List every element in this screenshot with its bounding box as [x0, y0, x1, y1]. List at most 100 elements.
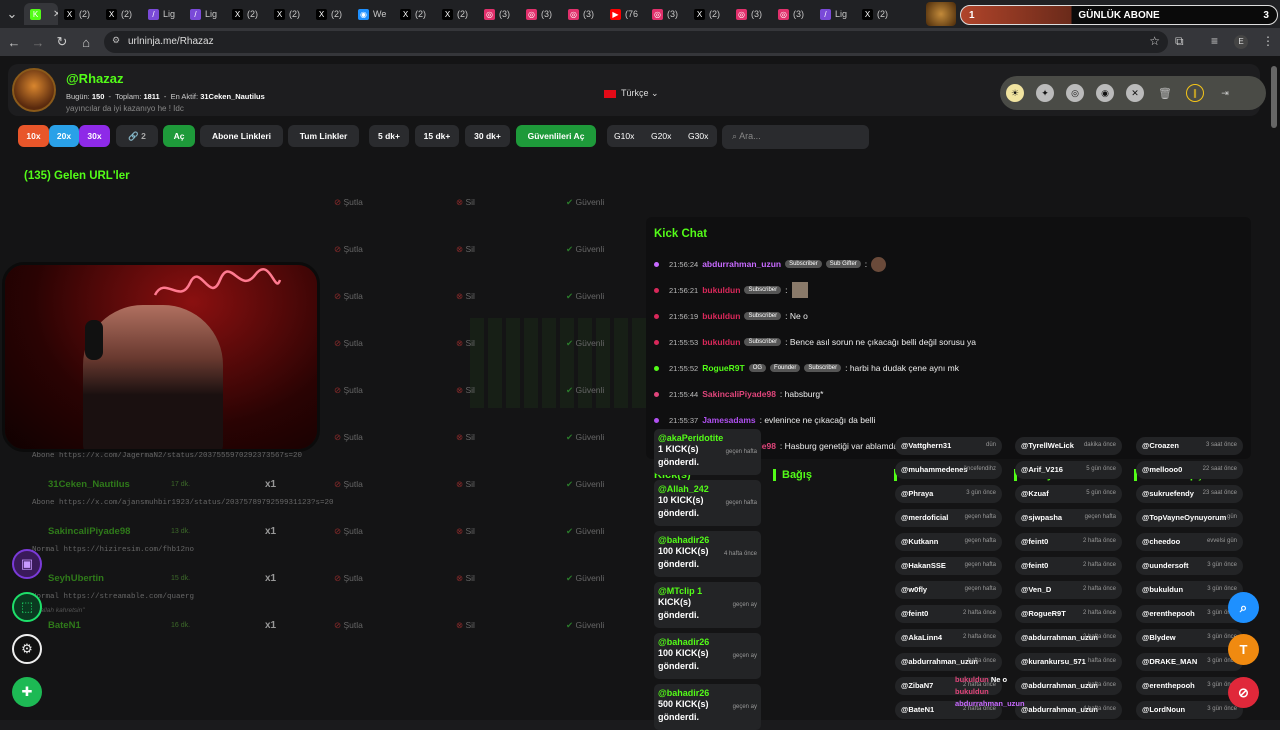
dk5-button[interactable]: 5 dk+: [369, 125, 409, 147]
open-safe-button[interactable]: Güvenlileri Aç: [516, 125, 596, 147]
follow-chip[interactable]: @cheedoo evvelsi gün: [1136, 533, 1243, 551]
shoot-button[interactable]: ⊘ Şutla: [334, 291, 363, 302]
sub-chip[interactable]: @feint0 2 hafta önce: [895, 605, 1002, 623]
browser-tab[interactable]: X (2): [310, 3, 352, 25]
gift-chip[interactable]: @TyrellWeLick dakika önce: [1015, 437, 1122, 455]
safe-button[interactable]: ✔ Güvenli: [566, 197, 604, 208]
profile-avatar[interactable]: E: [1234, 35, 1248, 49]
gift-chip[interactable]: @abdurrahman_uzun hafta önce: [1015, 677, 1122, 695]
url-sender[interactable]: SeyhUbertin: [48, 573, 104, 584]
gift-chip[interactable]: @sjwpasha geçen hafta: [1015, 509, 1122, 527]
url-sender[interactable]: BateN1: [48, 620, 81, 631]
kick-user[interactable]: @akaPeridotite: [658, 433, 757, 443]
kick-user[interactable]: @Allah_242: [658, 484, 757, 494]
dk15-button[interactable]: 15 dk+: [415, 125, 459, 147]
follow-chip[interactable]: @erenthepooh 3 gün önce: [1136, 677, 1243, 695]
shoot-button[interactable]: ⊘ Şutla: [334, 526, 363, 537]
tab-search-icon[interactable]: ⌄: [0, 6, 24, 22]
settings-gear-icon[interactable]: ⚙: [12, 634, 42, 664]
browser-tab[interactable]: ◎ (3): [478, 3, 520, 25]
reload-icon[interactable]: ↻: [50, 34, 74, 50]
sub-chip[interactable]: @Phraya 3 gün önce: [895, 485, 1002, 503]
safe-button[interactable]: ✔ Güvenli: [566, 526, 604, 537]
browser-tab[interactable]: / Lig: [184, 3, 226, 25]
url-sender[interactable]: SakincaliPiyade98: [48, 526, 130, 537]
instagram-icon[interactable]: ◎: [1066, 84, 1084, 102]
message-user[interactable]: bukuldun: [702, 311, 740, 321]
shoot-button[interactable]: ⊘ Şutla: [334, 573, 363, 584]
follow-chip[interactable]: @LordNoun 3 gün önce: [1136, 701, 1243, 719]
all-links-button[interactable]: Tum Linkler: [288, 125, 359, 147]
safe-button[interactable]: ✔ Güvenli: [566, 432, 604, 443]
browser-menu-icon[interactable]: ⋮: [1262, 34, 1274, 48]
follow-chip[interactable]: @Croazen 3 saat önce: [1136, 437, 1243, 455]
mult-10x-button[interactable]: 10x: [18, 125, 49, 147]
delete-button[interactable]: ⊗ Sil: [456, 291, 475, 302]
shoot-button[interactable]: ⊘ Şutla: [334, 338, 363, 349]
delete-button[interactable]: ⊗ Sil: [456, 432, 475, 443]
gift-chip[interactable]: @abdurrahman_uzun 4 hafta önce: [1015, 701, 1122, 719]
language-select[interactable]: Türkçe ⌄: [604, 88, 659, 99]
url-field[interactable]: ⚙ urlninja.me/Rhazaz ☆: [104, 31, 1168, 53]
home-icon[interactable]: ⌂: [74, 35, 98, 50]
bookmark-star-icon[interactable]: ☆: [1149, 34, 1160, 48]
shoot-button[interactable]: ⊘ Şutla: [334, 244, 363, 255]
profile-fab[interactable]: T: [1228, 634, 1259, 665]
gift-chip[interactable]: @Kzuaf 5 gün önce: [1015, 485, 1122, 503]
browser-tab[interactable]: X (2): [394, 3, 436, 25]
shoot-button[interactable]: ⊘ Şutla: [334, 385, 363, 396]
message-user[interactable]: bukuldun: [702, 285, 740, 295]
sub-chip[interactable]: @merdoficial geçen hafta: [895, 509, 1002, 527]
gift-chip[interactable]: @feint0 2 hafta önce: [1015, 557, 1122, 575]
follow-chip[interactable]: @mellooo0 22 saat önce: [1136, 461, 1243, 479]
mult-30x-button[interactable]: 30x: [79, 125, 110, 147]
message-user[interactable]: SakincaliPiyade98: [702, 389, 776, 399]
sub-links-button[interactable]: Abone Linkleri: [200, 125, 283, 147]
browser-tab[interactable]: / Lig: [814, 3, 856, 25]
kick-user[interactable]: @bahadir26: [658, 688, 757, 698]
browser-tab[interactable]: ◎ (3): [730, 3, 772, 25]
message-user[interactable]: Jamesadams: [702, 415, 755, 425]
sub-chip[interactable]: @Kutkann geçen hafta: [895, 533, 1002, 551]
safe-button[interactable]: ✔ Güvenli: [566, 244, 604, 255]
sub-chip[interactable]: @muhammedenes öncefendihz: [895, 461, 1002, 479]
back-icon[interactable]: ←: [2, 35, 26, 50]
url-link[interactable]: Normal https://hiziresim.com/fhb12no: [32, 546, 194, 554]
mult-20x-button[interactable]: 20x: [49, 125, 79, 147]
browser-tab[interactable]: ◎ (3): [646, 3, 688, 25]
message-user[interactable]: RogueR9T: [702, 363, 745, 373]
follow-chip[interactable]: @uundersoft 3 gün önce: [1136, 557, 1243, 575]
safe-button[interactable]: ✔ Güvenli: [566, 338, 604, 349]
browser-tab[interactable]: ▶ (76: [604, 3, 646, 25]
follow-chip[interactable]: @bukuldun 3 gün önce: [1136, 581, 1243, 599]
safe-button[interactable]: ✔ Güvenli: [566, 385, 604, 396]
kick-user[interactable]: @bahadir26: [658, 535, 757, 545]
browser-tab[interactable]: X (2): [436, 3, 478, 25]
browser-tab[interactable]: ◎ (3): [562, 3, 604, 25]
forward-icon[interactable]: →: [26, 35, 50, 50]
sub-chip[interactable]: @Vattghern31 dün: [895, 437, 1002, 455]
url-sender[interactable]: 31Ceken_Nautilus: [48, 479, 130, 490]
kick-user[interactable]: @MTclip 1: [658, 586, 757, 596]
sub-chip[interactable]: @w0fly geçen hafta: [895, 581, 1002, 599]
follow-chip[interactable]: @sukruefendy 23 saat önce: [1136, 485, 1243, 503]
follow-chip[interactable]: @erenthepooh 3 gün önce: [1136, 605, 1243, 623]
message-user[interactable]: bukuldun: [702, 337, 740, 347]
site-info-icon[interactable]: ⚙: [112, 35, 120, 46]
safe-button[interactable]: ✔ Güvenli: [566, 479, 604, 490]
follow-chip[interactable]: @DRAKE_MAN 3 gün önce: [1136, 653, 1243, 671]
delete-button[interactable]: ⊗ Sil: [456, 573, 475, 584]
kick-icon[interactable]: ⬚: [12, 592, 42, 622]
dk30-button[interactable]: 30 dk+: [465, 125, 510, 147]
browser-tab[interactable]: K ✕: [24, 3, 58, 25]
add-user-icon[interactable]: ✚: [12, 677, 42, 707]
delete-button[interactable]: ⊗ Sil: [456, 479, 475, 490]
discord-icon[interactable]: ◉: [1096, 84, 1114, 102]
remove-user-icon[interactable]: ⊘: [1228, 677, 1259, 708]
reading-list-icon[interactable]: ≡: [1211, 34, 1218, 48]
delete-button[interactable]: ⊗ Sil: [456, 620, 475, 631]
safe-button[interactable]: ✔ Güvenli: [566, 573, 604, 584]
safe-button[interactable]: ✔ Güvenli: [566, 291, 604, 302]
gift-chip[interactable]: @abdurrahman_uzun 2 hafta önce: [1015, 629, 1122, 647]
extensions-icon[interactable]: ⧉: [1175, 34, 1184, 49]
